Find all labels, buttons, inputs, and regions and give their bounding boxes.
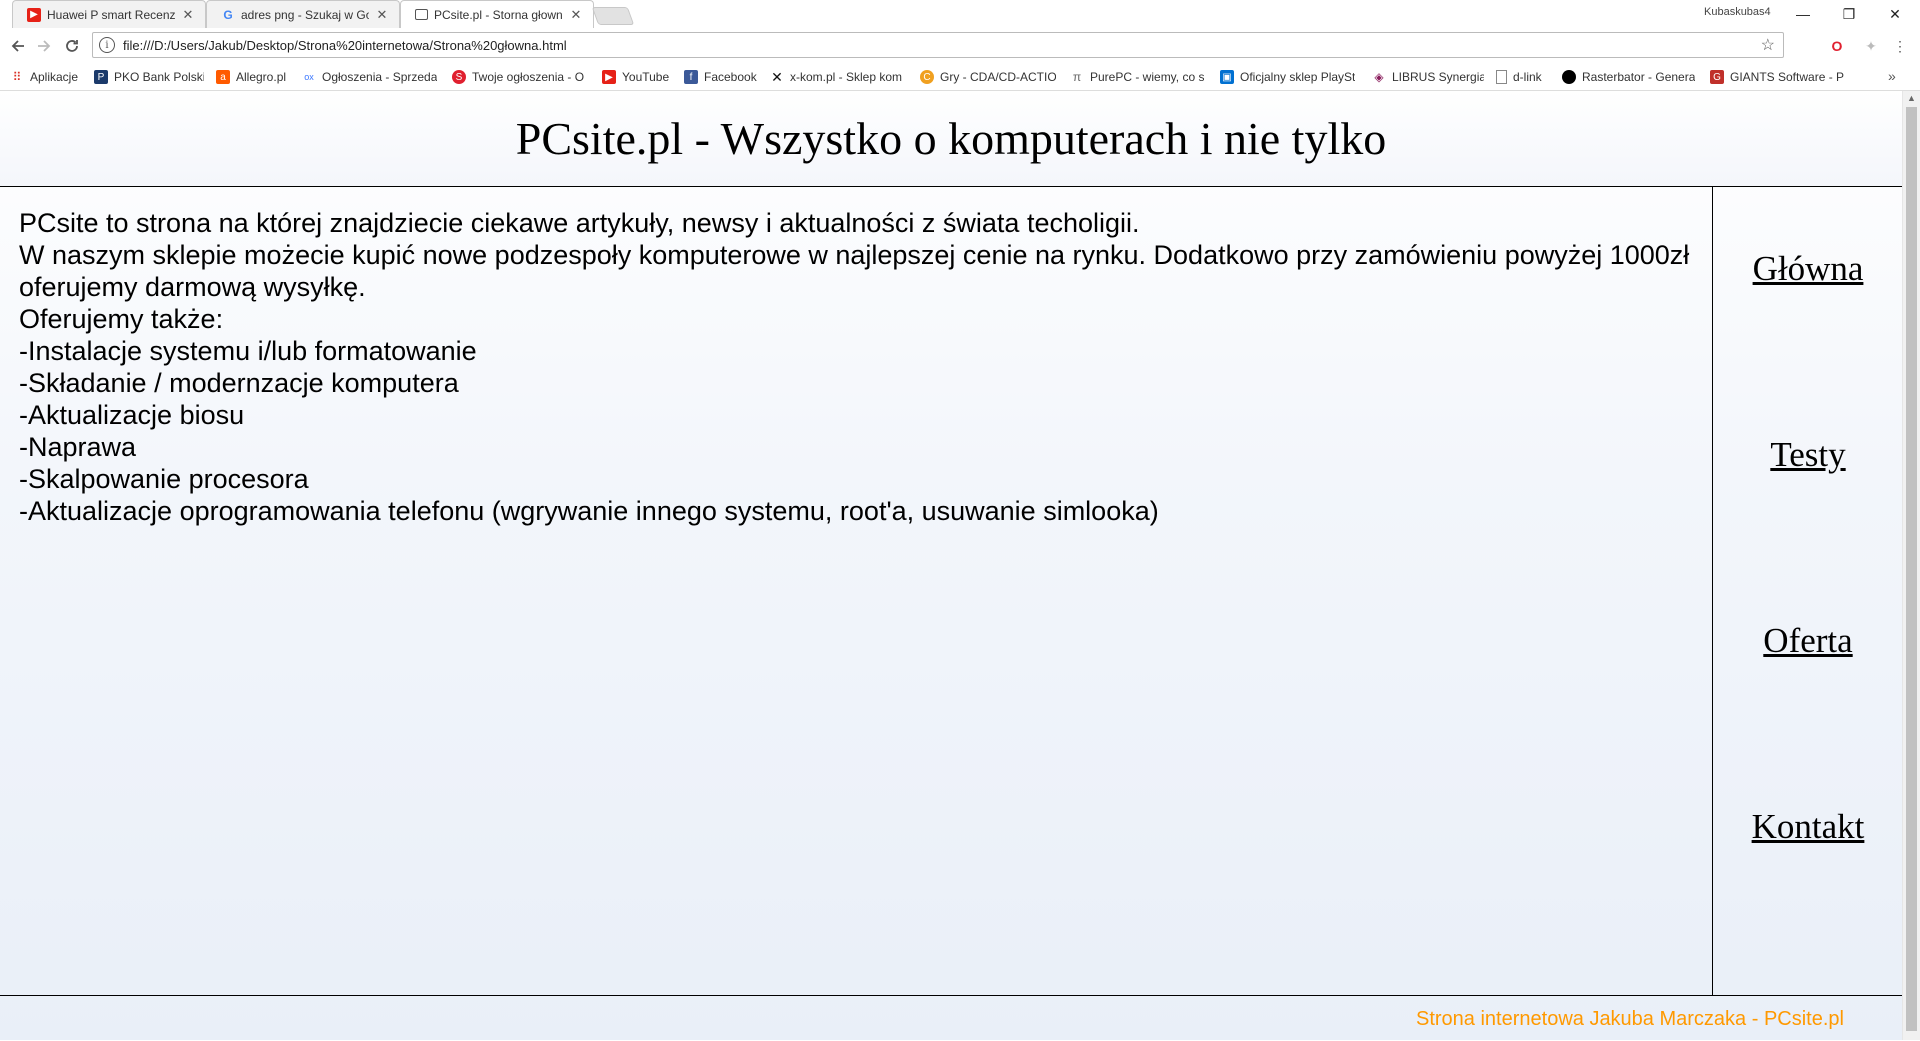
purepc-icon: π	[1072, 70, 1082, 84]
bookmarks-bar: ⠿ Aplikacje P PKO Bank Polski a Allegro.…	[0, 64, 1920, 91]
bookmark-librus[interactable]: ◈ LIBRUS Synergia	[1372, 68, 1484, 86]
profile-name[interactable]: Kubaskubas4	[1704, 6, 1771, 18]
librus-icon: ◈	[1374, 70, 1384, 84]
browser-toolbar: i file:///D:/Users/Jakub/Desktop/Strona%…	[0, 28, 1920, 65]
bookmark-giants[interactable]: G GIANTS Software - P	[1710, 68, 1850, 86]
site-footer: Strona internetowa Jakuba Marczaka - PCs…	[0, 995, 1902, 1041]
content-line: PCsite to strona na której znajdziecie c…	[19, 208, 1140, 238]
pko-icon: P	[94, 70, 108, 84]
menu-icon[interactable]: ⋮	[1890, 36, 1910, 56]
address-bar[interactable]: i file:///D:/Users/Jakub/Desktop/Strona%…	[92, 32, 1784, 58]
bookmark-rasterbator[interactable]: Rasterbator - Genera	[1562, 68, 1698, 86]
nav-link-glowna[interactable]: Główna	[1713, 249, 1903, 289]
close-icon[interactable]: ✕	[181, 7, 195, 23]
tab-huawei[interactable]: ▶ Huawei P smart Recenzja ✕	[12, 0, 206, 28]
scroll-up-icon[interactable]: ▲	[1907, 93, 1916, 103]
page-scrollbar[interactable]: ▲	[1902, 91, 1920, 1040]
bookmark-star-icon[interactable]: ☆	[1761, 35, 1775, 55]
close-window-button[interactable]: ✕	[1872, 0, 1918, 28]
web-page: PCsite.pl - Wszystko o komputerach i nie…	[0, 91, 1902, 1040]
restore-button[interactable]: ❐	[1826, 0, 1872, 28]
new-tab-button[interactable]	[591, 7, 635, 25]
nav-link-oferta[interactable]: Oferta	[1713, 621, 1903, 661]
playstation-icon: ▣	[1220, 70, 1234, 84]
bookmark-playstation[interactable]: ▣ Oficjalny sklep PlaySt	[1220, 68, 1360, 86]
tab-title: PCsite.pl - Storna głowna	[434, 7, 563, 22]
bookmark-facebook[interactable]: f Facebook	[684, 68, 760, 86]
close-icon[interactable]: ✕	[375, 7, 389, 23]
info-icon[interactable]: i	[99, 37, 115, 53]
bookmark-purepc[interactable]: π PurePC - wiemy, co s	[1070, 68, 1206, 86]
bookmark-cda[interactable]: C Gry - CDA/CD-ACTIO	[920, 68, 1056, 86]
content-line: -Aktualizacje biosu	[19, 400, 245, 430]
olx-icon: ox	[304, 72, 314, 82]
bookmark-youtube[interactable]: ▶ YouTube	[602, 68, 674, 86]
bookmark-olx[interactable]: ox Ogłoszenia - Sprzeda	[302, 68, 438, 86]
content-line: W naszym sklepie możecie kupić nowe podz…	[19, 240, 1690, 302]
back-arrow-icon	[11, 40, 24, 52]
tab-title: adres png - Szukaj w Google	[241, 7, 369, 22]
cda-icon: C	[920, 70, 934, 84]
nav-link-kontakt[interactable]: Kontakt	[1713, 807, 1903, 847]
bookmark-dlink[interactable]: d-link	[1496, 68, 1552, 86]
content-line: -Naprawa	[19, 432, 137, 462]
opera-extension-icon[interactable]: O	[1827, 36, 1847, 56]
more-bookmarks-chevron-icon[interactable]: »	[1888, 68, 1896, 84]
content-line: -Skalpowanie procesora	[19, 464, 309, 494]
sidebar-nav: Główna Testy Oferta Kontakt	[1712, 187, 1903, 995]
forward-arrow-icon	[38, 40, 51, 52]
close-icon[interactable]: ✕	[569, 7, 583, 23]
forward-button[interactable]	[32, 34, 56, 58]
xkom-icon: ✕	[771, 68, 783, 85]
reload-button[interactable]	[60, 34, 84, 58]
footer-text: Strona internetowa Jakuba Marczaka - PCs…	[1416, 1008, 1844, 1030]
bookmark-otomoto[interactable]: S Twoje ogłoszenia - O	[452, 68, 588, 86]
tab-title: Huawei P smart Recenzja	[47, 7, 175, 22]
page-title: PCsite.pl - Wszystko o komputerach i nie…	[515, 113, 1387, 164]
otomoto-icon: S	[452, 70, 466, 84]
site-header: PCsite.pl - Wszystko o komputerach i nie…	[0, 91, 1902, 187]
scrollbar-thumb[interactable]	[1906, 107, 1917, 1031]
bookmark-xkom[interactable]: ✕ x-kom.pl - Sklep kom	[770, 68, 910, 86]
allegro-icon: a	[216, 70, 230, 84]
circle-icon	[1562, 70, 1576, 84]
url-text[interactable]: file:///D:/Users/Jakub/Desktop/Strona%20…	[123, 38, 1761, 53]
google-icon: G	[223, 7, 233, 22]
page-icon	[1496, 70, 1507, 84]
tab-pcsite[interactable]: PCsite.pl - Storna głowna ✕	[400, 0, 594, 28]
main-content: PCsite to strona na której znajdziecie c…	[19, 207, 1709, 527]
tab-google[interactable]: G adres png - Szukaj w Google ✕	[206, 0, 400, 28]
tab-strip: ▶ Huawei P smart Recenzja ✕ G adres png …	[0, 0, 1920, 28]
apps-grid-icon: ⠿	[12, 70, 22, 84]
youtube-icon: ▶	[602, 70, 616, 84]
minimize-button[interactable]: —	[1780, 0, 1826, 28]
content-line: -Składanie / modernzacje komputera	[19, 368, 459, 398]
reload-icon	[66, 40, 78, 52]
bookmark-pko[interactable]: P PKO Bank Polski	[94, 68, 204, 86]
bookmark-allegro[interactable]: a Allegro.pl	[216, 68, 292, 86]
page-icon	[415, 9, 428, 20]
nav-link-testy[interactable]: Testy	[1713, 435, 1903, 475]
content-line: Oferujemy także:	[19, 304, 224, 334]
giants-icon: G	[1710, 70, 1724, 84]
content-line: -Aktualizacje oprogramowania telefonu (w…	[19, 496, 1159, 526]
facebook-icon: f	[684, 70, 698, 84]
youtube-icon: ▶	[27, 7, 41, 22]
content-line: -Instalacje systemu i/lub formatowanie	[19, 336, 477, 366]
back-button[interactable]	[6, 34, 30, 58]
bookmark-aplikacje[interactable]: ⠿ Aplikacje	[10, 68, 82, 86]
extension-icon[interactable]: ✦	[1861, 36, 1881, 56]
